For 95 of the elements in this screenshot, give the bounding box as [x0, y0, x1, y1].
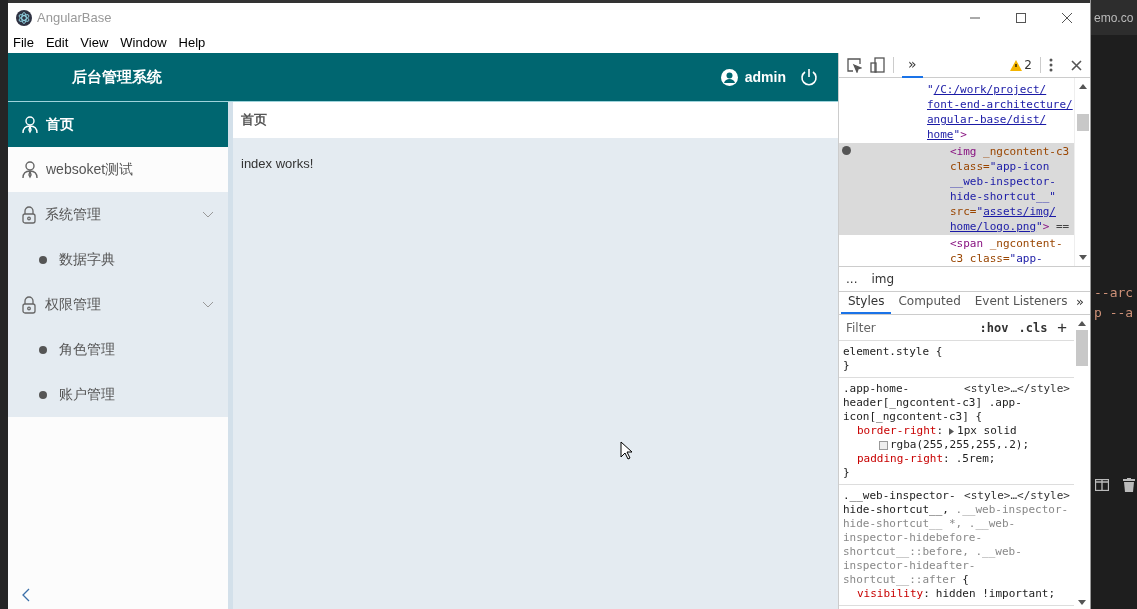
- subitem-label: 账户管理: [59, 385, 115, 404]
- css-value: 1px solid: [957, 424, 1017, 438]
- css-selector: inspector-hideafter-: [843, 559, 976, 573]
- css-value: hidden !important;: [935, 587, 1056, 601]
- css-colon: :: [923, 587, 930, 601]
- more-icon[interactable]: [1049, 58, 1053, 72]
- bullet-icon: [39, 255, 47, 264]
- app-logo-icon: [16, 10, 32, 26]
- more-tabs[interactable]: »: [1076, 290, 1088, 314]
- styles-tab[interactable]: Styles: [841, 290, 892, 314]
- content-text: index works!: [240, 155, 315, 173]
- styles-tab[interactable]: Computed: [891, 290, 968, 314]
- maximize-icon[interactable]: [1016, 13, 1026, 23]
- device-icon[interactable]: [870, 57, 885, 73]
- menu-item[interactable]: Window: [120, 33, 167, 53]
- dom-node[interactable]: <span _ngcontent- c3 class="app-: [839, 235, 1074, 266]
- close-icon[interactable]: [1071, 59, 1082, 71]
- style-button[interactable]: .cls: [1018, 318, 1048, 337]
- collapse-icon[interactable]: [22, 588, 30, 602]
- style-button[interactable]: +: [1057, 315, 1067, 340]
- menu-item[interactable]: View: [80, 33, 109, 53]
- bullet-icon: [39, 345, 47, 354]
- css-selector: header[_ngcontent-c3] .app-: [843, 396, 1022, 410]
- css-colon: :: [943, 452, 950, 466]
- expand-icon[interactable]: [949, 427, 955, 435]
- warning-count[interactable]: 2: [1024, 56, 1032, 74]
- css-selector: icon[_ngcontent-c3] {: [843, 410, 983, 424]
- sidebar-subitem[interactable]: 数据字典: [8, 237, 228, 282]
- sidebar-item[interactable]: 首页: [8, 102, 228, 147]
- group-label: 系统管理: [45, 205, 102, 224]
- subitem-label: 数据字典: [59, 250, 115, 269]
- sidebar-group[interactable]: 权限管理: [8, 282, 228, 327]
- sidebar-group[interactable]: 系统管理: [8, 192, 228, 237]
- css-selector: element.style {: [843, 345, 943, 359]
- menu-item[interactable]: Help: [178, 33, 206, 53]
- css-selector: .__web-inspector-: [843, 489, 956, 503]
- panel-tab[interactable]: »: [902, 53, 923, 78]
- filter-field[interactable]: Filter: [846, 318, 970, 337]
- scroll-up-icon[interactable]: [1078, 321, 1086, 326]
- power-icon[interactable]: [800, 68, 818, 86]
- css-property: visibility: [857, 587, 924, 601]
- background-text: emo.co: [1094, 9, 1134, 27]
- css-selector: .app-home-: [843, 382, 910, 396]
- css-value: rgba(255,255,255,.2);: [890, 438, 1030, 452]
- breadcrumb: 首页: [241, 111, 267, 130]
- css-selector: shortcut__::after {: [843, 573, 969, 587]
- color-swatch-icon[interactable]: [879, 440, 888, 450]
- style-source[interactable]: <style>…</style>: [964, 382, 1070, 396]
- close-icon[interactable]: [1062, 13, 1072, 23]
- style-source[interactable]: <style>…</style>: [964, 489, 1070, 503]
- scroll-up-icon[interactable]: [1078, 84, 1087, 89]
- sidebar-subitem[interactable]: 账户管理: [8, 372, 228, 417]
- scrollbar-thumb[interactable]: [1076, 330, 1088, 366]
- styles-tab[interactable]: Event Listeners: [967, 290, 1075, 314]
- inspect-icon[interactable]: [847, 57, 862, 73]
- scrollbar-thumb[interactable]: [1076, 114, 1089, 131]
- scroll-down-icon[interactable]: [1078, 600, 1086, 605]
- chevron-icon: [202, 300, 214, 309]
- subitem-label: 角色管理: [59, 340, 115, 359]
- css-property: padding-right: [857, 452, 944, 466]
- dom-node[interactable]: <img _ngcontent-c3 class="app-icon __web-inspector- hide-shortcut__" src="assets/img/ home/logo.png"> ==: [839, 143, 1074, 235]
- user-icon: [720, 68, 738, 86]
- app-title: 后台管理系统: [72, 66, 162, 87]
- person-icon: [22, 160, 38, 179]
- breadcrumb-item[interactable]: ...: [846, 270, 858, 288]
- chevron-icon: [202, 210, 214, 219]
- css-selector: hide-shortcut__ *, .__web-: [843, 517, 1016, 531]
- window-title: AngularBase: [37, 9, 112, 28]
- menu-item[interactable]: Edit: [45, 33, 69, 53]
- split-icon[interactable]: [1095, 479, 1109, 491]
- group-label: 权限管理: [45, 295, 102, 314]
- style-button[interactable]: :hov: [979, 318, 1009, 337]
- user-name[interactable]: admin: [744, 66, 786, 88]
- trash-icon[interactable]: [1123, 478, 1135, 492]
- breadcrumb-item[interactable]: img: [871, 270, 895, 288]
- person-icon: [22, 115, 38, 134]
- menu-item[interactable]: File: [13, 33, 34, 53]
- rule-brace: }: [843, 359, 851, 373]
- lock-icon: [22, 205, 36, 224]
- css-property: border-right: [857, 424, 937, 438]
- css-value: .5rem;: [955, 452, 996, 466]
- scroll-down-icon[interactable]: [1078, 255, 1087, 260]
- warning-icon: [1010, 59, 1023, 71]
- rule-brace: }: [843, 466, 851, 480]
- bullet-icon: [39, 390, 47, 399]
- background-code: p --a: [1093, 304, 1135, 322]
- background-code: --arc: [1093, 284, 1135, 302]
- lock-icon: [22, 295, 36, 314]
- css-colon: :: [936, 424, 944, 438]
- sidebar-subitem[interactable]: 角色管理: [8, 327, 228, 372]
- dom-node[interactable]: "/C:/work/project/ font-end-architecture/ angular-base/dist/ home">: [839, 81, 1074, 143]
- css-selector: inspector-hidebefore-: [843, 531, 983, 545]
- cursor-icon: [620, 441, 632, 460]
- css-selector: shortcut__::before, .__web-: [843, 545, 1022, 559]
- css-selector: hide-shortcut__, .__web-inspector-: [843, 503, 1069, 517]
